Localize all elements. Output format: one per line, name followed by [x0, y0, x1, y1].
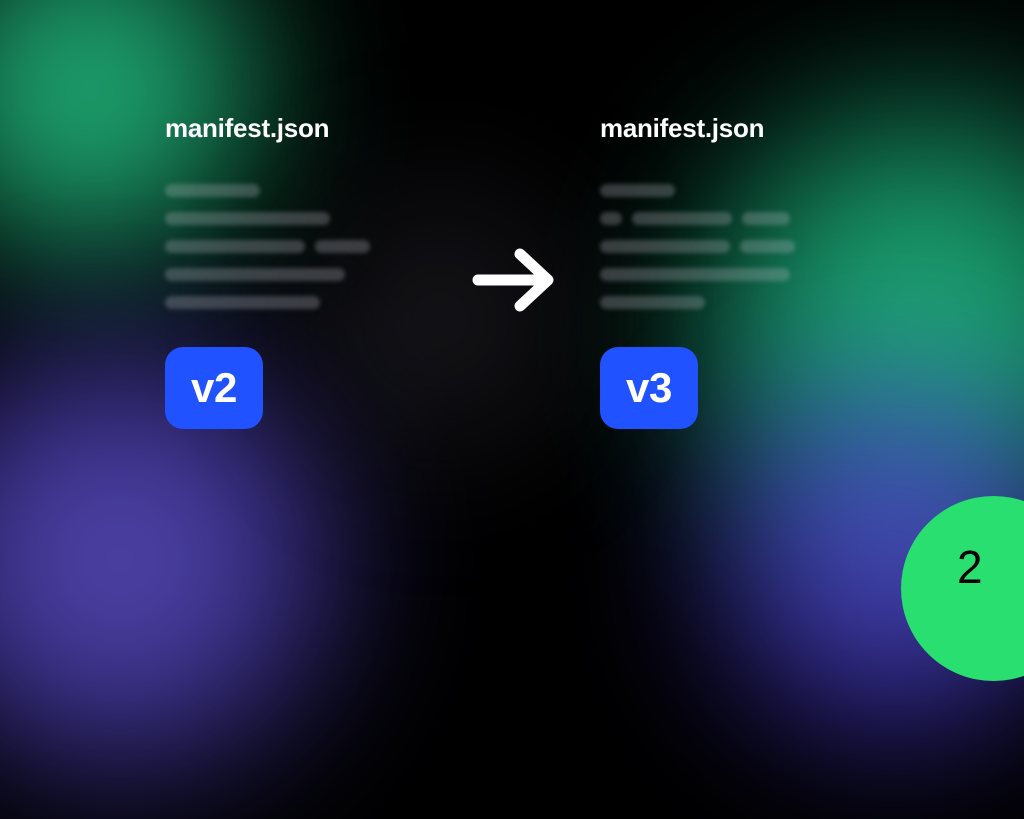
skeleton-bar — [165, 268, 345, 281]
skeleton-bar — [165, 212, 330, 225]
skeleton-row — [600, 240, 840, 253]
skeleton-bar — [165, 184, 260, 197]
skeleton-bar — [600, 184, 675, 197]
version-badge-v3: v3 — [600, 347, 698, 429]
skeleton-row — [600, 184, 840, 197]
skeleton-bar — [740, 240, 795, 253]
skeleton-bar — [632, 212, 732, 225]
skeleton-bar — [165, 296, 320, 309]
skeleton-lines-v3 — [600, 184, 840, 309]
skeleton-bar — [600, 240, 730, 253]
manifest-v2-column: manifest.json v2 — [165, 113, 405, 429]
skeleton-bar — [600, 268, 790, 281]
skeleton-row — [165, 184, 405, 197]
skeleton-bar — [600, 296, 705, 309]
arrow-right-icon — [470, 241, 558, 324]
manifest-v3-title: manifest.json — [600, 113, 840, 144]
page-number: 2 — [957, 540, 983, 594]
skeleton-row — [165, 296, 405, 309]
skeleton-row — [600, 268, 840, 281]
manifest-v3-column: manifest.json v3 — [600, 113, 840, 429]
skeleton-bar — [742, 212, 790, 225]
skeleton-bar — [315, 240, 370, 253]
skeleton-bar — [165, 240, 305, 253]
skeleton-row — [165, 268, 405, 281]
manifest-v2-title: manifest.json — [165, 113, 405, 144]
skeleton-lines-v2 — [165, 184, 405, 309]
version-badge-v2: v2 — [165, 347, 263, 429]
skeleton-bar — [600, 212, 622, 225]
skeleton-row — [600, 212, 840, 225]
skeleton-row — [600, 296, 840, 309]
version-badge-v3-label: v3 — [626, 364, 672, 412]
skeleton-row — [165, 240, 405, 253]
version-badge-v2-label: v2 — [191, 364, 237, 412]
skeleton-row — [165, 212, 405, 225]
